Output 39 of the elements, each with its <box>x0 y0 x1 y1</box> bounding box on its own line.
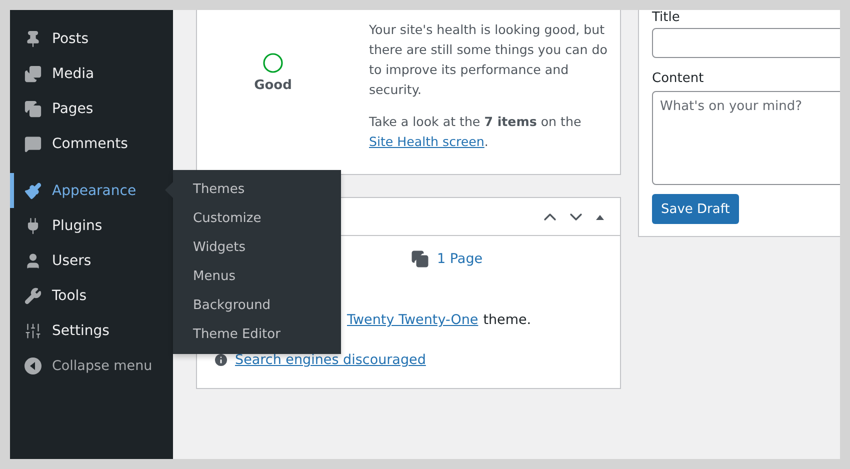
search-engines-link[interactable]: Search engines discouraged <box>235 352 426 368</box>
site-health-link[interactable]: Site Health screen <box>369 134 484 149</box>
wrench-icon <box>24 286 42 304</box>
save-draft-button[interactable]: Save Draft <box>652 194 739 224</box>
status-ring-icon <box>262 52 284 74</box>
collapse-menu-button[interactable]: Collapse menu <box>10 348 173 383</box>
speech-bubble-icon <box>24 134 42 152</box>
theme-text: theme. <box>483 312 532 328</box>
field-label: Title <box>652 10 681 25</box>
sidebar-item[interactable]: Media <box>10 56 173 91</box>
sidebar-item[interactable]: Comments <box>10 126 173 161</box>
pages-icon <box>24 100 42 118</box>
user-icon <box>24 252 42 270</box>
submenu-item[interactable]: Menus <box>173 262 341 291</box>
submenu-item[interactable]: Themes <box>173 175 341 204</box>
field-label: Content <box>652 71 705 86</box>
submenu-item[interactable]: Theme Editor <box>173 320 341 349</box>
paintbrush-icon <box>24 182 42 200</box>
collapse-icon <box>24 356 42 374</box>
health-prompt: Take a look at the 7 items on the Site Health screen. <box>369 113 582 151</box>
pages-count-link[interactable]: 1 Page <box>437 251 483 267</box>
content-field[interactable]: What's on your mind? <box>652 91 840 185</box>
title-field[interactable] <box>652 28 840 58</box>
health-message: Your site's health is looking good, but there are still some things you can do to improve its performance and security. <box>369 21 608 99</box>
pages-icon <box>411 250 429 268</box>
submenu-item[interactable]: Background <box>173 291 341 320</box>
sidebar-item[interactable]: Users <box>10 243 173 278</box>
pin-icon <box>24 30 42 48</box>
sliders-icon <box>24 322 42 340</box>
submenu-item[interactable]: Widgets <box>173 233 341 262</box>
theme-link[interactable]: Twenty Twenty-One <box>347 312 478 328</box>
sidebar-item[interactable]: Settings <box>10 313 173 348</box>
health-status: Good <box>254 78 292 93</box>
info-icon <box>213 352 229 368</box>
sidebar-item[interactable]: Tools <box>10 278 173 313</box>
sidebar-item[interactable]: Pages <box>10 91 173 126</box>
sidebar-item[interactable]: Posts <box>10 21 173 56</box>
submenu-item[interactable]: Customize <box>173 204 341 233</box>
sidebar-item[interactable]: Plugins <box>10 208 173 243</box>
